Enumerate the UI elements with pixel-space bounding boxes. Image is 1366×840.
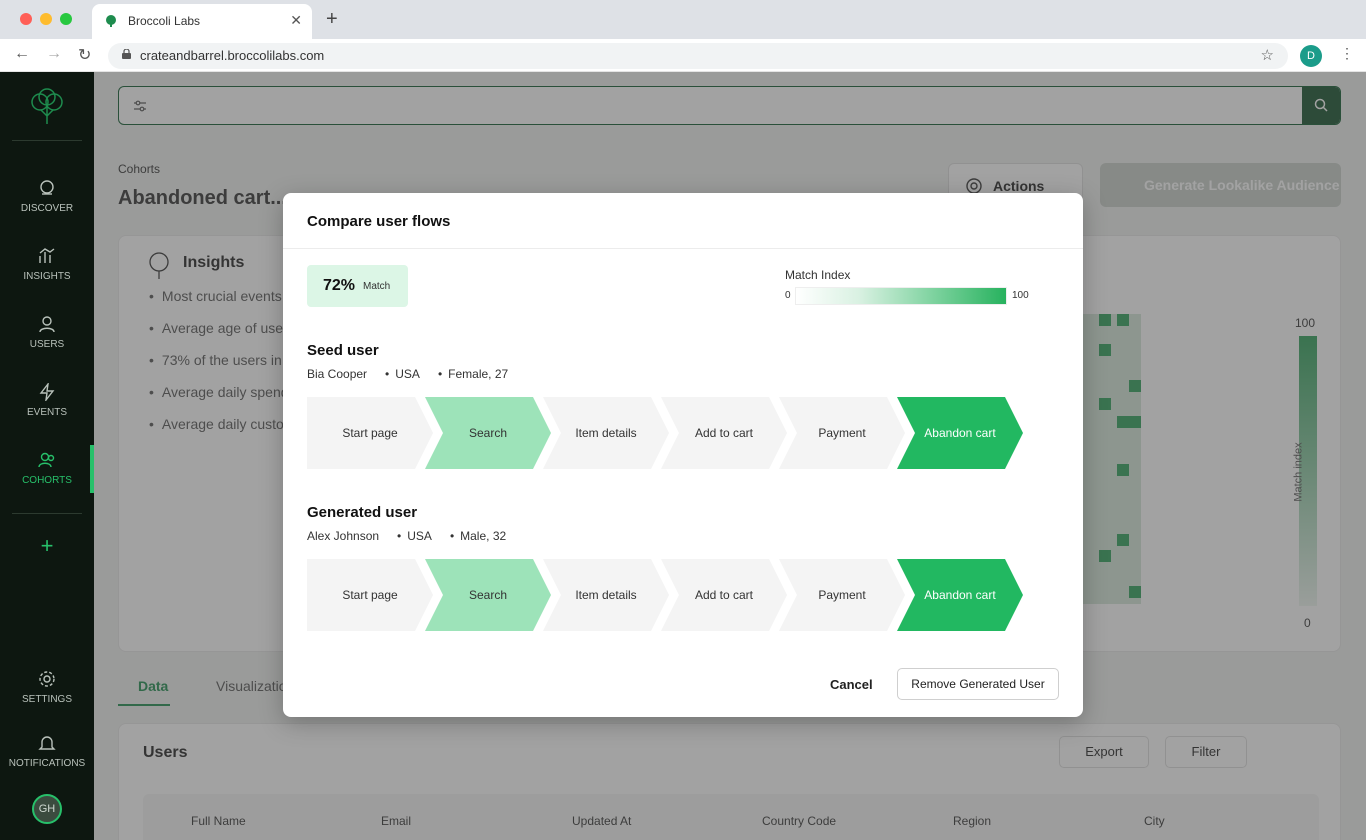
sidebar-item-label: SETTINGS [21,694,72,705]
flow-step-label: Search [468,588,508,602]
match-index-gradient [795,287,1007,305]
user-icon [39,316,55,333]
sidebar-item-notifications[interactable]: NOTIFICATIONS [0,734,94,769]
globe-icon [40,180,54,195]
window-close-button[interactable] [20,13,32,25]
broccoli-logo-icon[interactable] [27,88,67,128]
flow-step: Abandon cart [897,397,1023,469]
seed-user-meta: Bia Cooper • USA • Female, 27 [307,367,509,381]
browser-tab[interactable]: Broccoli Labs ✕ [92,4,312,39]
sidebar-item-label: USERS [29,339,65,350]
flow-step: Start page [307,397,433,469]
sidebar-item-events[interactable]: EVENTS [0,383,94,418]
sidebar: DISCOVER INSIGHTS USERS EVENTS COHORTS +… [0,72,94,840]
browser-menu-icon[interactable]: ⋮ [1340,45,1354,62]
sidebar-item-discover[interactable]: DISCOVER [0,179,94,214]
window-zoom-button[interactable] [60,13,72,25]
generated-user-meta: Alex Johnson • USA • Male, 32 [307,529,507,543]
broccoli-favicon-icon [106,15,116,27]
sidebar-item-cohorts[interactable]: COHORTS [0,451,94,486]
flow-step-label: Item details [575,426,637,440]
flow-step: Payment [779,559,905,631]
match-value: 72% [323,277,356,294]
seed-user-country: USA [395,367,420,381]
match-index-min: 0 [785,290,791,301]
flow-step-label: Abandon cart [924,588,996,602]
window-minimize-button[interactable] [40,13,52,25]
reload-icon[interactable]: ↻ [78,45,91,65]
sidebar-divider [12,140,82,141]
flow-step-label: Search [468,426,508,440]
flow-step: Search [425,397,551,469]
bell-icon [38,736,56,750]
seed-user-name: Bia Cooper [307,367,368,381]
sidebar-item-label: DISCOVER [20,203,74,214]
add-icon[interactable]: + [0,533,94,559]
match-label: Match [363,281,391,292]
sidebar-item-settings[interactable]: SETTINGS [0,670,94,705]
browser-tab-bar: Broccoli Labs ✕ + [0,0,1366,39]
url-text: crateandbarrel.broccolilabs.com [140,48,325,63]
url-field[interactable]: crateandbarrel.broccolilabs.com ☆ [108,43,1288,69]
flow-step: Add to cart [661,397,787,469]
flow-step-label: Abandon cart [924,426,996,440]
seed-user-flow: Start page Search Item details Add to cart P… [307,397,1027,469]
seed-user-demographics: Female, 27 [448,367,509,381]
flow-step: Search [425,559,551,631]
flow-step: Start page [307,559,433,631]
address-bar-row: ← → ↻ crateandbarrel.broccolilabs.com ☆ [0,39,1366,72]
sidebar-item-users[interactable]: USERS [0,315,94,350]
generated-user-demographics: Male, 32 [460,529,507,543]
dialog-title: Compare user flows [307,213,451,230]
flow-step-label: Add to cart [694,426,754,440]
flow-step-label: Payment [818,426,866,440]
sidebar-item-label: EVENTS [26,407,67,418]
users-icon [38,452,55,468]
flow-step-label: Item details [575,588,637,602]
generated-user-heading: Generated user [307,504,418,521]
generated-user-name: Alex Johnson [307,529,380,543]
gear-icon [39,671,55,687]
match-index-max: 100 [1012,290,1029,301]
match-badge: 72% Match [307,265,408,307]
match-index-title: Match Index [785,268,851,282]
dialog-divider [283,248,1083,249]
insights-icon [39,248,55,263]
remove-generated-user-button[interactable]: Remove Generated User [897,668,1059,700]
bookmark-star-icon[interactable]: ☆ [1261,46,1274,64]
flow-step-label: Start page [342,426,398,440]
forward-icon[interactable]: → [46,45,62,63]
flow-step: Abandon cart [897,559,1023,631]
avatar[interactable]: GH [32,794,62,824]
flow-step-label: Payment [818,588,866,602]
close-tab-icon[interactable]: ✕ [290,12,302,29]
lock-icon [122,49,131,59]
flow-step: Item details [543,397,669,469]
bolt-icon [39,383,55,401]
seed-user-heading: Seed user [307,342,379,359]
sidebar-item-insights[interactable]: INSIGHTS [0,247,94,282]
flow-step: Add to cart [661,559,787,631]
cancel-button[interactable]: Cancel [830,677,873,692]
generated-user-flow: Start page Search Item details Add to cart P… [307,559,1027,631]
sidebar-item-label: COHORTS [22,475,72,486]
generated-user-country: USA [407,529,432,543]
sidebar-item-label: NOTIFICATIONS [8,758,86,769]
back-icon[interactable]: ← [14,45,30,63]
flow-step-label: Start page [342,588,398,602]
tab-title: Broccoli Labs [128,14,201,28]
flow-step-label: Add to cart [694,588,754,602]
compare-user-flows-dialog: Compare user flows 72% Match Match Index… [283,193,1083,717]
sidebar-divider [12,513,82,514]
new-tab-icon[interactable]: + [326,9,338,29]
flow-step: Payment [779,397,905,469]
flow-step: Item details [543,559,669,631]
profile-avatar[interactable]: D [1300,45,1322,67]
sidebar-item-label: INSIGHTS [23,271,71,282]
